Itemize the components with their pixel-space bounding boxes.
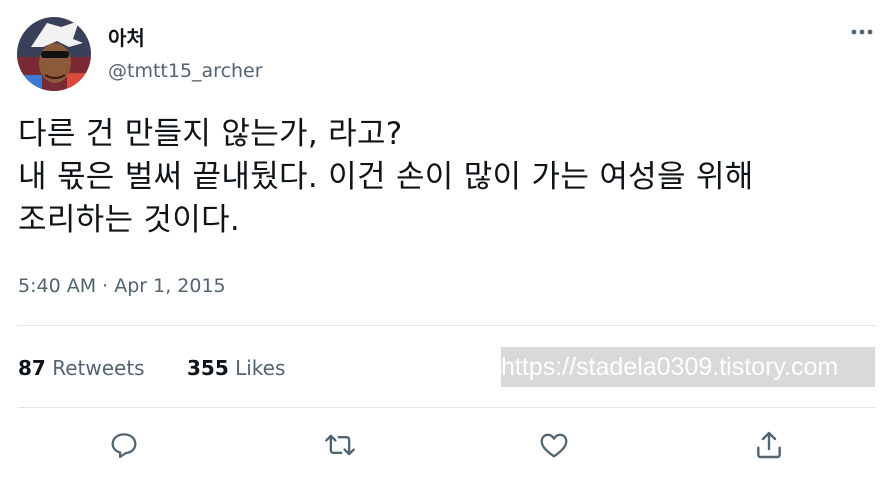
likes-label: Likes xyxy=(235,356,286,380)
watermark-url: https://stadela0309.tistory.com xyxy=(501,347,875,387)
share-button[interactable] xyxy=(748,424,790,466)
tweet-line: 다른 건 만들지 않는가, 라고? xyxy=(18,116,403,152)
tweet-timestamp[interactable]: 5:40 AM · Apr 1, 2015 xyxy=(18,275,226,297)
like-button[interactable] xyxy=(533,424,575,466)
more-horizontal-icon xyxy=(851,29,873,35)
retweets-count: 87 xyxy=(18,356,46,380)
likes-count: 355 xyxy=(187,356,229,380)
avatar[interactable] xyxy=(17,17,91,91)
likes-stat[interactable]: 355 Likes xyxy=(187,356,285,380)
divider xyxy=(18,407,876,408)
like-icon xyxy=(540,433,568,458)
retweets-stat[interactable]: 87 Retweets xyxy=(18,356,145,380)
tweet-line: 내 몫은 벌써 끝내뒀다. 이건 손이 많이 가는 여성을 위해 xyxy=(18,159,754,195)
user-handle[interactable]: @tmtt15_archer xyxy=(108,60,263,82)
avatar-image xyxy=(17,17,91,91)
reply-icon xyxy=(111,433,137,459)
tweet-line: 조리하는 것이다. xyxy=(18,202,241,238)
reply-button[interactable] xyxy=(103,424,145,466)
more-options-button[interactable] xyxy=(845,18,879,46)
retweet-button[interactable] xyxy=(319,424,361,466)
divider xyxy=(18,325,876,326)
display-name[interactable]: 아처 xyxy=(108,22,145,51)
retweets-label: Retweets xyxy=(52,356,145,380)
tweet-text: 다른 건 만들지 않는가, 라고? 내 몫은 벌써 끝내뒀다. 이건 손이 많이… xyxy=(18,113,878,242)
retweet-icon xyxy=(325,434,355,456)
share-icon xyxy=(757,431,781,459)
